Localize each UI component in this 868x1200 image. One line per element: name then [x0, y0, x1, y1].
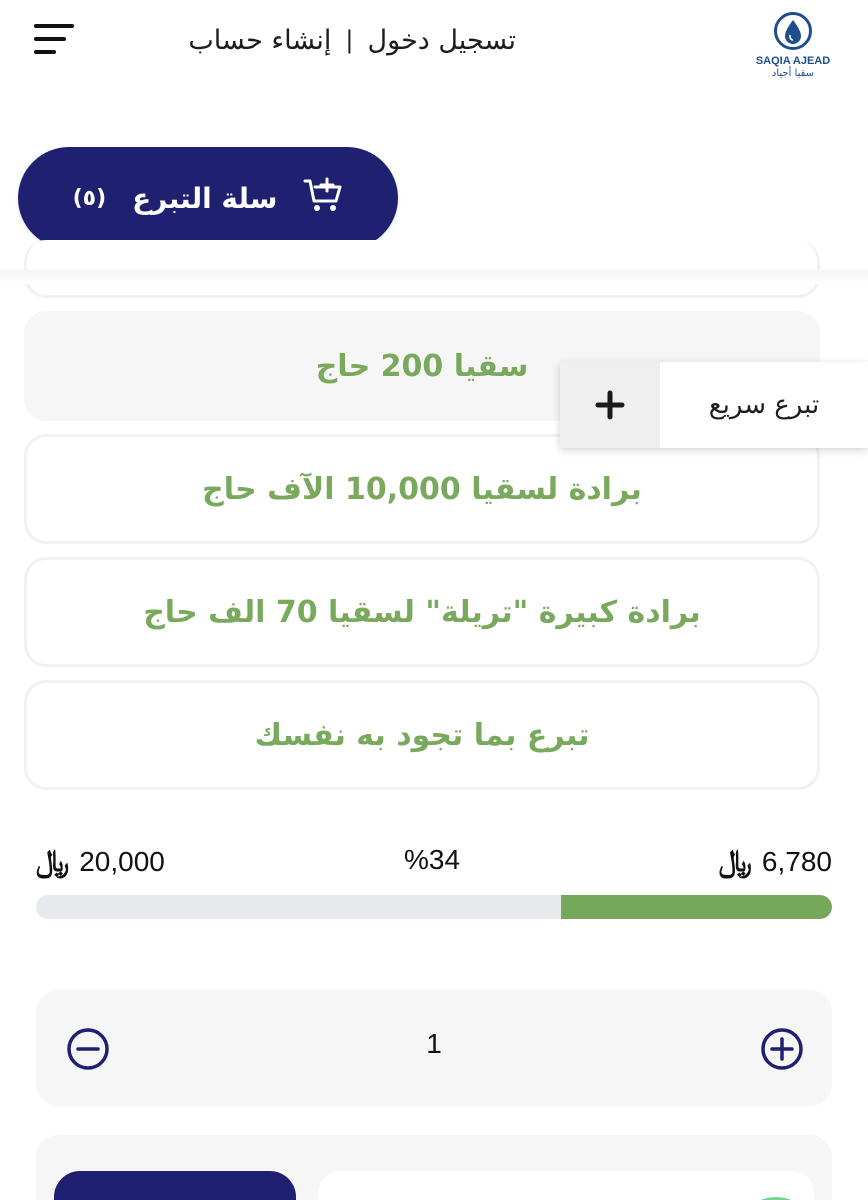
water-drop-icon: [774, 12, 812, 50]
riyal-icon: ﷼: [36, 844, 70, 879]
auth-separator: |: [345, 26, 354, 54]
auth-links: تسجيل دخول | إنشاء حساب: [136, 18, 516, 62]
quantity-stepper: 1: [36, 990, 832, 1106]
hamburger-menu-icon[interactable]: [34, 22, 76, 58]
option-label: برادة لسقيا 10,000 الآف حاج: [202, 471, 642, 507]
quick-donate-button[interactable]: تبرع سريع: [560, 362, 868, 448]
progress-bar-fill: [561, 895, 832, 919]
register-link[interactable]: إنشاء حساب: [188, 25, 331, 56]
option-label: تبرع بما تجود به نفسك: [254, 717, 590, 753]
progress-stats: ﷼ 20,000 %34 ﷼ 6,780: [36, 840, 832, 884]
amount-input[interactable]: [318, 1171, 814, 1200]
cart-label: سلة التبرع: [132, 181, 278, 215]
option-card[interactable]: تبرع بما تجود به نفسك: [24, 680, 820, 790]
option-card[interactable]: برادة لسقيا 10,000 الآف حاج: [24, 434, 820, 544]
minus-circle-icon[interactable]: [66, 1027, 110, 1071]
quantity-value[interactable]: 1: [384, 1028, 484, 1060]
quick-donate-label: تبرع سريع: [708, 390, 820, 420]
header: SAQIA AJEAD سقيا أجياد تسجيل دخول | إنشا…: [0, 0, 868, 110]
option-label: سقيا 200 حاج: [315, 348, 529, 384]
cart-count-badge: (٥): [72, 185, 107, 211]
logo-text-en: SAQIA AJEAD: [755, 55, 831, 67]
option-card[interactable]: برادة كبيرة "تريلة" لسقيا 70 الف حاج: [24, 557, 820, 667]
riyal-icon: ﷼: [718, 844, 752, 879]
plus-icon: [560, 362, 660, 448]
add-to-cart-button[interactable]: [54, 1171, 296, 1200]
login-link[interactable]: تسجيل دخول: [368, 25, 517, 56]
goal-amount: ﷼ 20,000: [36, 844, 165, 879]
logo-text-ar: سقيا أجياد: [771, 68, 815, 79]
option-card-partial[interactable]: [24, 240, 820, 298]
scroll-shade: [0, 270, 868, 284]
cart-plus-icon: [303, 177, 343, 219]
plus-circle-icon[interactable]: [760, 1027, 804, 1071]
raised-value: 6,780: [761, 845, 832, 877]
progress-percent: %34: [404, 844, 461, 875]
donation-cart-button[interactable]: سلة التبرع (٥): [18, 147, 398, 249]
goal-value: 20,000: [79, 845, 165, 877]
donation-action-panel: [36, 1135, 832, 1200]
logo[interactable]: SAQIA AJEAD سقيا أجياد: [750, 8, 834, 79]
raised-amount: ﷼ 6,780: [719, 844, 832, 879]
progress-bar: [36, 895, 832, 919]
option-label: برادة كبيرة "تريلة" لسقيا 70 الف حاج: [143, 594, 701, 630]
